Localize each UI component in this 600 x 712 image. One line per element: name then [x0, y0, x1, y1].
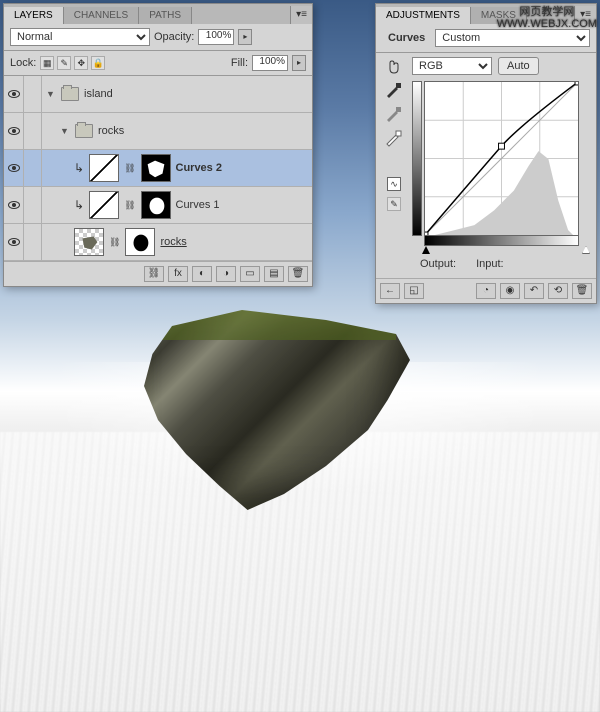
- white-slider[interactable]: [582, 246, 590, 254]
- delete-layer-icon[interactable]: 🗑: [288, 266, 308, 282]
- link-icon[interactable]: ⛓: [109, 237, 120, 248]
- layer-group-rocks[interactable]: ▼ rocks: [4, 113, 312, 150]
- curves-tools: ∿ ✎: [380, 57, 408, 274]
- clip-indicator-icon: ↳: [74, 198, 84, 212]
- input-label: Input:: [476, 258, 504, 270]
- delete-adjustment-icon[interactable]: 🗑: [572, 283, 592, 299]
- channel-select[interactable]: RGB: [412, 57, 492, 75]
- opacity-label: Opacity:: [154, 31, 194, 43]
- folder-icon: [75, 124, 93, 138]
- gray-point-eyedropper-icon[interactable]: [384, 105, 404, 123]
- watermark: 网页教学网 WWW.WEBJX.COM: [497, 6, 597, 30]
- visibility-icon[interactable]: [8, 90, 20, 98]
- tab-paths[interactable]: PATHS: [139, 7, 192, 24]
- opacity-flyout[interactable]: ▸: [238, 29, 252, 45]
- curves-thumbnail: [89, 154, 119, 182]
- adjustments-footer: ← ◱ ◔ ◉ ↶ ⟲ 🗑: [376, 278, 596, 303]
- pencil-mode-icon[interactable]: ✎: [387, 197, 401, 211]
- fill-flyout[interactable]: ▸: [292, 55, 306, 71]
- auto-button[interactable]: Auto: [498, 57, 539, 75]
- preset-select[interactable]: Custom: [435, 29, 590, 47]
- blend-mode-select[interactable]: Normal: [10, 28, 150, 46]
- return-to-list-icon[interactable]: ←: [380, 283, 400, 299]
- link-icon[interactable]: ⛓: [124, 200, 135, 211]
- tab-layers[interactable]: LAYERS: [4, 7, 64, 24]
- layer-name: rocks: [98, 125, 124, 137]
- lock-all-icon[interactable]: 🔒: [91, 56, 105, 70]
- twirl-down-icon[interactable]: ▼: [46, 89, 56, 99]
- add-mask-icon[interactable]: ◐: [192, 266, 212, 282]
- layer-mask-thumbnail[interactable]: [141, 191, 171, 219]
- input-sliders[interactable]: [424, 246, 588, 254]
- output-label: Output:: [420, 258, 456, 270]
- link-layers-icon[interactable]: ⛓: [144, 266, 164, 282]
- expand-view-icon[interactable]: ◱: [404, 283, 424, 299]
- layer-name: Curves 1: [176, 199, 220, 211]
- opacity-input[interactable]: 100%: [198, 29, 234, 45]
- panel-menu-button[interactable]: ▾≡: [290, 6, 312, 24]
- curve-area: RGB Auto: [408, 57, 592, 274]
- fx-icon[interactable]: fx: [168, 266, 188, 282]
- folder-icon: [61, 87, 79, 101]
- layer-mask-thumbnail[interactable]: [125, 228, 155, 256]
- tab-channels[interactable]: CHANNELS: [64, 7, 139, 24]
- layer-name: island: [84, 88, 113, 100]
- lock-icons: ▦ ✎ ✥ 🔒: [40, 56, 105, 70]
- new-adjustment-icon[interactable]: ◑: [216, 266, 236, 282]
- curve-edit-mode-icon[interactable]: ∿: [387, 177, 401, 191]
- layer-thumbnail: [74, 228, 104, 256]
- visibility-icon[interactable]: [8, 127, 20, 135]
- adjustments-panel: ADJUSTMENTS MASKS ▾≡ Curves Custom ∿ ✎ R…: [375, 3, 597, 304]
- lock-label: Lock:: [10, 57, 36, 69]
- layer-group-island[interactable]: ▼ island: [4, 76, 312, 113]
- watermark-line2: WWW.WEBJX.COM: [497, 18, 597, 30]
- lock-transparency-icon[interactable]: ▦: [40, 56, 54, 70]
- layer-list: ▼ island ▼ rocks ↳ ⛓ Curves 2: [4, 76, 312, 261]
- lock-fill-row: Lock: ▦ ✎ ✥ 🔒 Fill: 100% ▸: [4, 51, 312, 75]
- layer-name: rocks: [160, 236, 186, 248]
- black-point-eyedropper-icon[interactable]: [384, 81, 404, 99]
- layers-panel: LAYERS CHANNELS PATHS ▾≡ Normal Opacity:…: [3, 3, 313, 287]
- on-image-adjust-icon[interactable]: [386, 59, 402, 75]
- curves-title: Curves: [382, 28, 431, 48]
- layer-mask-thumbnail[interactable]: [141, 154, 171, 182]
- tab-adjustments[interactable]: ADJUSTMENTS: [376, 7, 471, 24]
- reset-icon[interactable]: ⟲: [548, 283, 568, 299]
- fill-input[interactable]: 100%: [252, 55, 288, 71]
- fill-label: Fill:: [231, 57, 248, 69]
- new-group-icon[interactable]: ▭: [240, 266, 260, 282]
- white-point-eyedropper-icon[interactable]: [384, 129, 404, 147]
- curve-graph-wrap: [424, 81, 588, 254]
- layer-name: Curves 2: [176, 162, 222, 174]
- layers-tabbar: LAYERS CHANNELS PATHS ▾≡: [4, 4, 312, 24]
- lock-position-icon[interactable]: ✥: [74, 56, 88, 70]
- visibility-icon[interactable]: [8, 201, 20, 209]
- clip-to-layer-icon[interactable]: ◔: [476, 283, 496, 299]
- twirl-down-icon[interactable]: ▼: [60, 126, 70, 136]
- new-layer-icon[interactable]: ▤: [264, 266, 284, 282]
- output-input-row: Output: Input:: [412, 254, 588, 274]
- link-icon[interactable]: ⛓: [124, 163, 135, 174]
- visibility-icon[interactable]: [8, 164, 20, 172]
- previous-state-icon[interactable]: ↶: [524, 283, 544, 299]
- visibility-icon[interactable]: [8, 238, 20, 246]
- clip-indicator-icon: ↳: [74, 161, 84, 175]
- input-gradient: [424, 236, 579, 246]
- curve-graph[interactable]: [424, 81, 579, 236]
- layer-curves-1[interactable]: ↳ ⛓ Curves 1: [4, 187, 312, 224]
- blend-opacity-row: Normal Opacity: 100% ▸: [4, 24, 312, 50]
- layer-rocks[interactable]: ⛓ rocks: [4, 224, 312, 261]
- lock-pixels-icon[interactable]: ✎: [57, 56, 71, 70]
- curves-thumbnail: [89, 191, 119, 219]
- black-slider[interactable]: [422, 246, 430, 254]
- output-gradient: [412, 81, 422, 236]
- layers-footer: ⛓ fx ◐ ◑ ▭ ▤ 🗑: [4, 261, 312, 286]
- toggle-visibility-icon[interactable]: ◉: [500, 283, 520, 299]
- watermark-line1: 网页教学网: [497, 6, 597, 18]
- layer-curves-2[interactable]: ↳ ⛓ Curves 2: [4, 150, 312, 187]
- curves-body: ∿ ✎ RGB Auto: [376, 53, 596, 278]
